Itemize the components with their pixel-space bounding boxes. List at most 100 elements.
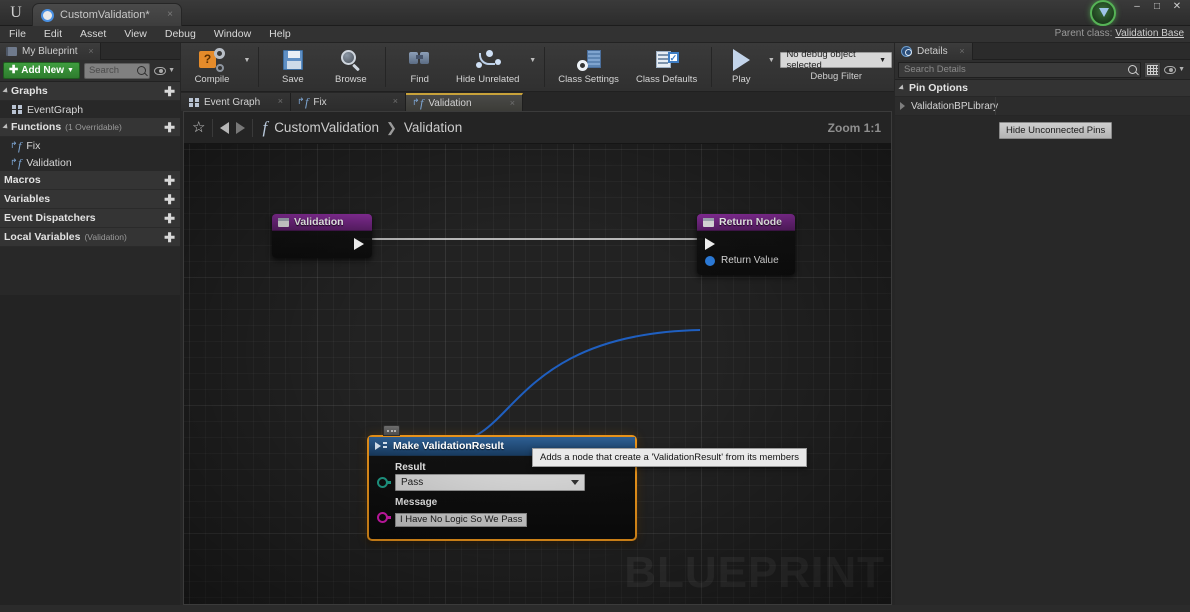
add-new-button[interactable]: ✚ Add New ▼ (3, 62, 80, 79)
tree-item-fix[interactable]: f Fix (0, 137, 180, 154)
tree-item-eventgraph[interactable]: EventGraph (0, 101, 180, 118)
hide-unrelated-caret-icon[interactable]: ▼ (527, 43, 539, 91)
debug-object-select[interactable]: No debug object selected ▼ (780, 52, 892, 68)
add-event-dispatcher-button[interactable]: ✚ (164, 212, 175, 225)
add-variable-button[interactable]: ✚ (164, 193, 175, 206)
graph-tab-close-icon[interactable]: × (278, 96, 283, 106)
pin-label: Return Value (721, 255, 779, 266)
bookmark-star-icon[interactable]: ☆ (192, 120, 205, 135)
menu-file[interactable]: File (0, 26, 35, 43)
struct-input-pin-message[interactable] (377, 512, 388, 523)
struct-input-pin-result[interactable] (377, 477, 388, 488)
section-functions[interactable]: Functions (1 Overridable) ✚ (0, 118, 180, 137)
section-local-variables[interactable]: Local Variables (Validation) ✚ (0, 228, 180, 247)
menu-edit[interactable]: Edit (35, 26, 71, 43)
menu-asset[interactable]: Asset (71, 26, 115, 43)
pin-row-exec-out[interactable] (272, 235, 372, 252)
visibility-options-button[interactable]: ▼ (154, 67, 177, 75)
asset-tab-close-icon[interactable]: × (167, 9, 173, 21)
live-coding-orb-icon[interactable] (1090, 0, 1116, 26)
close-button[interactable]: ✕ (1168, 1, 1186, 13)
class-defaults-button[interactable]: ✓ Class Defaults (628, 43, 706, 91)
hide-unconnected-pins-button[interactable]: Hide Unconnected Pins (999, 122, 1112, 139)
graph-tab-close-icon[interactable]: × (393, 96, 398, 106)
debug-object-value: No debug object selected (786, 49, 875, 71)
forward-arrow-icon[interactable] (236, 122, 245, 134)
graph-canvas[interactable]: Validation Return Node (184, 144, 892, 605)
compile-button[interactable]: ? Compile (183, 43, 241, 91)
details-visibility-button[interactable]: ▼ (1164, 66, 1187, 74)
node-title-bar: Validation (272, 214, 372, 231)
blueprint-graph-editor[interactable]: ☆ f CustomValidation ❯ Validation Zoom 1… (183, 111, 892, 605)
maximize-button[interactable]: □ (1148, 1, 1166, 13)
breadcrumb-leaf[interactable]: Validation (404, 120, 462, 135)
tree-item-validation[interactable]: f Validation (0, 154, 180, 171)
node-validation-entry[interactable]: Validation (272, 214, 372, 258)
result-dropdown[interactable]: Pass (395, 474, 585, 491)
message-text-input[interactable]: I Have No Logic So We Pass (395, 513, 527, 527)
my-blueprint-tab-close-icon[interactable]: × (88, 46, 93, 56)
exec-output-pin[interactable] (354, 238, 364, 250)
menu-window[interactable]: Window (205, 26, 260, 43)
object-pin[interactable] (705, 256, 715, 266)
tab-validation[interactable]: f Validation × (406, 93, 523, 111)
pin-row-exec-in[interactable] (697, 235, 795, 252)
section-graphs[interactable]: Graphs ✚ (0, 82, 180, 101)
tab-fix[interactable]: f Fix × (291, 93, 406, 111)
graph-tab-label: Validation (428, 98, 471, 109)
graph-tab-close-icon[interactable]: × (510, 98, 515, 108)
hide-unrelated-button[interactable]: Hide Unrelated (449, 43, 527, 91)
gear-document-icon (577, 47, 601, 73)
class-settings-button[interactable]: Class Settings (550, 43, 628, 91)
play-triangle-icon (733, 47, 750, 73)
back-arrow-icon[interactable] (220, 122, 229, 134)
chevron-down-icon: ▼ (67, 67, 74, 74)
asset-tab-customvalidation[interactable]: CustomValidation* × (32, 3, 182, 26)
my-blueprint-search-input[interactable] (89, 65, 133, 76)
grid-view-icon[interactable] (1144, 62, 1161, 78)
breadcrumb-root[interactable]: CustomValidation (274, 120, 379, 135)
pin-row-return-value[interactable]: Return Value (697, 252, 795, 269)
details-search-input[interactable] (904, 64, 1122, 75)
menu-debug[interactable]: Debug (156, 26, 205, 43)
expander-icon[interactable] (900, 102, 905, 110)
compile-options-caret-icon[interactable]: ▼ (241, 43, 253, 91)
minimize-button[interactable]: – (1128, 1, 1146, 13)
details-search-field[interactable] (898, 62, 1141, 78)
node-body: Validation (272, 214, 372, 258)
section-variables[interactable]: Variables ✚ (0, 190, 180, 209)
magnifier-icon (341, 47, 361, 73)
checklist-icon: ✓ (655, 47, 679, 73)
add-macro-button[interactable]: ✚ (164, 174, 175, 187)
tab-details[interactable]: Details × (895, 43, 973, 60)
find-button[interactable]: Find (391, 43, 449, 91)
play-label: Play (732, 74, 750, 85)
expander-icon (898, 84, 905, 91)
parent-class-link[interactable]: Validation Base (1115, 28, 1184, 39)
play-button[interactable]: Play (716, 43, 766, 91)
details-tab-close-icon[interactable]: × (959, 46, 964, 56)
menu-view[interactable]: View (115, 26, 156, 43)
node-comment-handle-icon[interactable] (383, 425, 400, 436)
node-return[interactable]: Return Node Return Value (697, 214, 795, 275)
details-row-validationbplibrary[interactable]: ValidationBPLibrary (895, 97, 1190, 116)
add-graph-button[interactable]: ✚ (164, 85, 175, 98)
menu-help[interactable]: Help (260, 26, 300, 43)
section-event-dispatchers[interactable]: Event Dispatchers ✚ (0, 209, 180, 228)
breadcrumb-separator-icon: ❯ (386, 120, 397, 136)
play-options-caret-icon[interactable]: ▼ (766, 43, 776, 91)
tab-event-graph[interactable]: Event Graph × (181, 93, 291, 111)
browse-button[interactable]: Browse (322, 43, 380, 91)
data-wire (454, 330, 700, 441)
my-blueprint-search-field[interactable] (84, 63, 150, 79)
column-divider (995, 97, 996, 115)
details-section-pin-options[interactable]: Pin Options (895, 80, 1190, 97)
add-local-variable-button[interactable]: ✚ (164, 231, 175, 244)
tab-my-blueprint[interactable]: My Blueprint × (0, 43, 101, 60)
chevron-down-icon: ▼ (879, 57, 886, 64)
add-function-button[interactable]: ✚ (164, 121, 175, 134)
save-button[interactable]: Save (264, 43, 322, 91)
exec-input-pin[interactable] (705, 238, 715, 250)
section-macros-label: Macros (4, 174, 41, 186)
section-macros[interactable]: Macros ✚ (0, 171, 180, 190)
